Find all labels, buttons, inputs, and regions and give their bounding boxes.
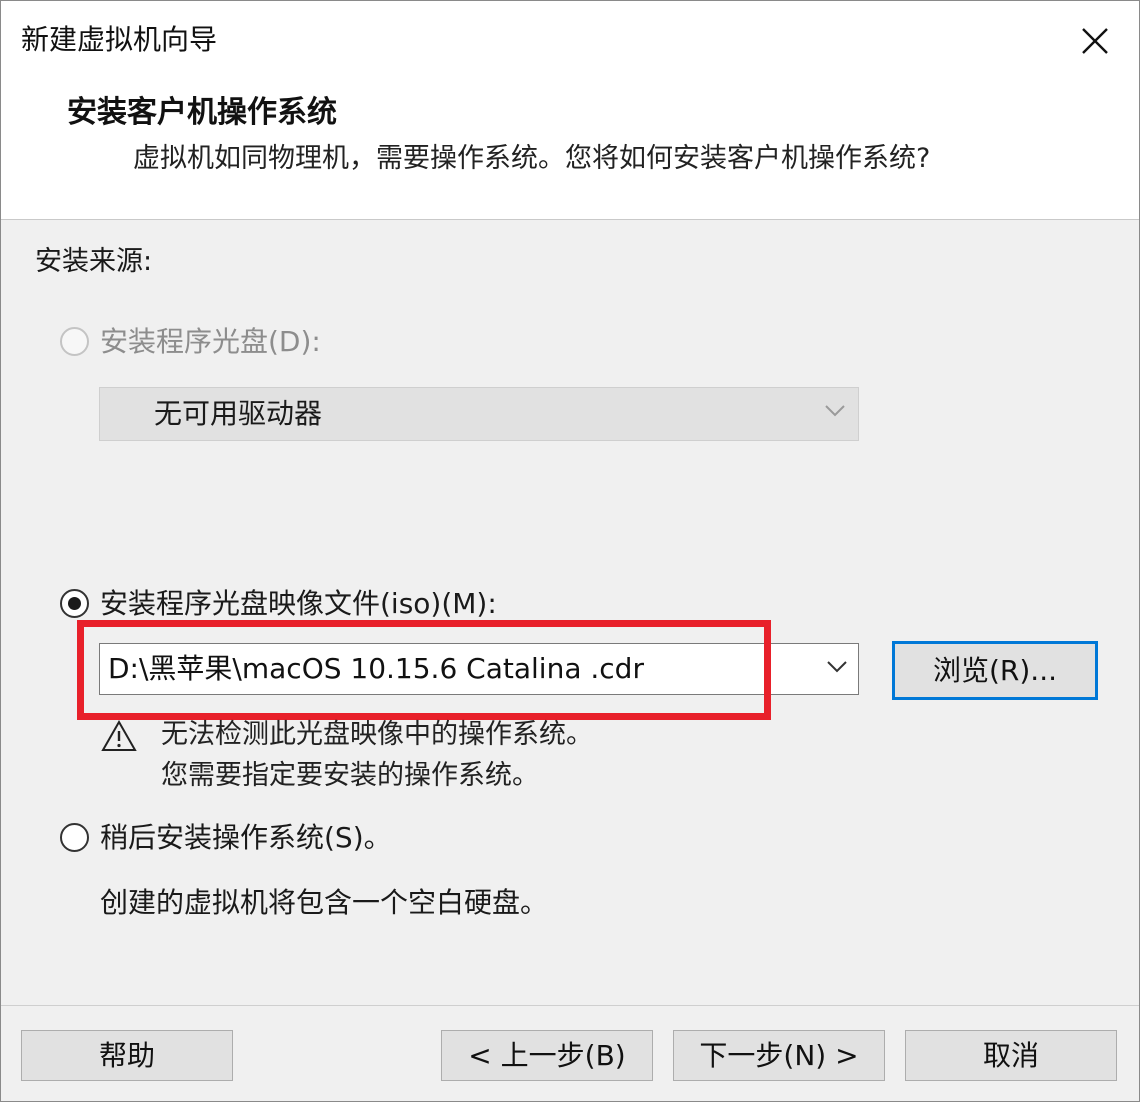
chevron-down-icon[interactable] [826, 660, 848, 674]
page-heading: 安装客户机操作系统 [67, 95, 337, 130]
wizard-header: 新建虚拟机向导 安装客户机操作系统 虚拟机如同物理机，需要操作系统。您将如何安装… [1, 1, 1139, 220]
footer-divider [1, 1005, 1139, 1006]
install-later-label[interactable]: 稍后安装操作系统(S)。 [100, 818, 392, 858]
next-button[interactable]: 下一步(N) > [673, 1030, 885, 1081]
warning-line-2: 您需要指定要安装的操作系统。 [161, 760, 539, 791]
installer-disc-label[interactable]: 安装程序光盘(D): [100, 322, 321, 362]
new-vm-wizard-window: 新建虚拟机向导 安装客户机操作系统 虚拟机如同物理机，需要操作系统。您将如何安装… [0, 0, 1140, 1102]
iso-path-input[interactable]: D:\黑苹果\macOS 10.15.6 Catalina .cdr [108, 648, 748, 690]
page-subheading: 虚拟机如同物理机，需要操作系统。您将如何安装客户机操作系统? [133, 143, 931, 174]
radio-selected-dot [68, 597, 81, 610]
disc-drive-dropdown[interactable]: 无可用驱动器 [99, 387, 859, 441]
iso-image-label[interactable]: 安装程序光盘映像文件(iso)(M): [100, 584, 497, 624]
install-later-description: 创建的虚拟机将包含一个空白硬盘。 [100, 886, 549, 919]
back-button[interactable]: < 上一步(B) [441, 1030, 653, 1081]
close-icon [1082, 28, 1108, 54]
install-source-label: 安装来源: [35, 246, 153, 277]
browse-button[interactable]: 浏览(R)... [892, 641, 1098, 700]
radio-install-later[interactable] [60, 823, 89, 852]
close-button[interactable] [1069, 15, 1121, 67]
iso-path-combobox[interactable]: D:\黑苹果\macOS 10.15.6 Catalina .cdr [99, 643, 859, 695]
radio-iso-image[interactable] [60, 589, 89, 618]
help-button[interactable]: 帮助 [21, 1030, 233, 1081]
window-title: 新建虚拟机向导 [21, 23, 218, 56]
warning-icon [101, 719, 137, 751]
cancel-button[interactable]: 取消 [905, 1030, 1117, 1081]
disc-drive-value: 无可用驱动器 [154, 397, 323, 430]
warning-line-1: 无法检测此光盘映像中的操作系统。 [161, 719, 593, 750]
chevron-down-icon [825, 405, 845, 417]
radio-installer-disc[interactable] [60, 327, 89, 356]
